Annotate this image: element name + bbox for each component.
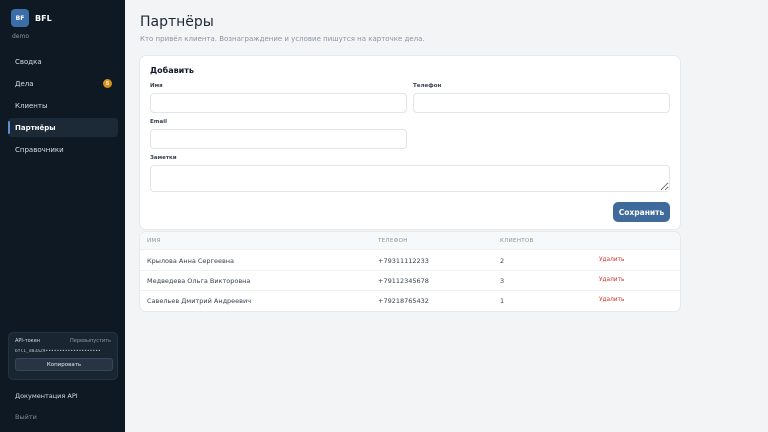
- brand[interactable]: BF BFL: [11, 9, 52, 27]
- save-button[interactable]: Сохранить: [613, 202, 670, 222]
- notes-textarea[interactable]: [150, 165, 670, 192]
- email-input[interactable]: [150, 129, 407, 149]
- column-header-phone[interactable]: ТЕЛЕФОН: [378, 238, 408, 244]
- notes-label: Заметки: [150, 155, 177, 161]
- table-header: ИМЯ ТЕЛЕФОН КЛИЕНТОВ: [140, 232, 680, 250]
- delete-partner-button[interactable]: Удалить: [599, 257, 624, 263]
- delete-partner-button[interactable]: Удалить: [599, 297, 624, 303]
- partner-clients: 3: [500, 277, 505, 285]
- table-row[interactable]: Крылова Анна Сергеевна +79311112233 2 Уд…: [140, 251, 680, 271]
- partner-phone: +79218765432: [378, 297, 429, 305]
- sidebar-item-cases[interactable]: Дела 5: [8, 74, 118, 93]
- sidebar-item-label: Дела: [15, 79, 34, 88]
- cases-count-badge: 5: [103, 79, 112, 88]
- column-header-name[interactable]: ИМЯ: [147, 238, 161, 244]
- sidebar-item-label: Сводка: [15, 57, 42, 66]
- partner-clients: 2: [500, 257, 505, 265]
- phone-label: Телефон: [413, 83, 442, 89]
- sidebar-item-partners[interactable]: Партнёры: [8, 118, 118, 137]
- copy-token-button[interactable]: Копировать: [15, 358, 113, 371]
- sidebar-nav: Сводка Дела 5 Клиенты Партнёры Справочни…: [8, 52, 118, 162]
- brand-logo: BF: [11, 9, 29, 27]
- sidebar: BF BFL demo Сводка Дела 5 Клиенты Партнё…: [0, 0, 125, 432]
- sidebar-item-label: Партнёры: [15, 123, 56, 132]
- partner-name: Крылова Анна Сергеевна: [147, 257, 235, 265]
- sidebar-item-directories[interactable]: Справочники: [8, 140, 118, 159]
- api-token-label: API-токен: [15, 338, 41, 344]
- partner-name: Савельев Дмитрий Андреевич: [147, 297, 252, 305]
- sidebar-item-summary[interactable]: Сводка: [8, 52, 118, 71]
- name-label: Имя: [150, 83, 163, 89]
- page-title: Партнёры: [140, 14, 214, 30]
- brand-name: BFL: [35, 13, 52, 23]
- page-subtitle: Кто привёл клиента. Вознаграждение и усл…: [140, 35, 425, 43]
- table-row[interactable]: Савельев Дмитрий Андреевич +79218765432 …: [140, 291, 680, 311]
- sidebar-item-label: Справочники: [15, 145, 64, 154]
- sidebar-item-clients[interactable]: Клиенты: [8, 96, 118, 115]
- name-input[interactable]: [150, 93, 407, 113]
- column-header-clients[interactable]: КЛИЕНТОВ: [500, 238, 534, 244]
- logout-link[interactable]: Выйти: [15, 413, 37, 421]
- delete-partner-button[interactable]: Удалить: [599, 277, 624, 283]
- partner-name: Медведева Ольга Викторовна: [147, 277, 251, 285]
- partners-table: ИМЯ ТЕЛЕФОН КЛИЕНТОВ Крылова Анна Сергее…: [140, 232, 680, 311]
- brand-subtitle: demo: [12, 33, 30, 40]
- email-label: Email: [150, 119, 167, 125]
- partner-phone: +79311112233: [378, 257, 429, 265]
- regenerate-token-link[interactable]: Перевыпустить: [70, 338, 111, 344]
- partner-phone: +79112345678: [378, 277, 429, 285]
- api-token-value: bfl1_d83a29••••••••••••••••••••: [15, 349, 101, 354]
- api-token-card: API-токен Перевыпустить bfl1_d83a29•••••…: [8, 332, 118, 380]
- table-row[interactable]: Медведева Ольга Викторовна +79112345678 …: [140, 271, 680, 291]
- form-title: Добавить: [150, 66, 194, 75]
- phone-input[interactable]: [413, 93, 670, 113]
- partner-clients: 1: [500, 297, 505, 305]
- api-docs-link[interactable]: Документация API: [15, 392, 78, 400]
- main-content: Партнёры Кто привёл клиента. Вознагражде…: [125, 0, 768, 432]
- add-partner-form: Добавить Имя Телефон Email Заметки Сохра…: [140, 56, 680, 229]
- sidebar-item-label: Клиенты: [15, 101, 48, 110]
